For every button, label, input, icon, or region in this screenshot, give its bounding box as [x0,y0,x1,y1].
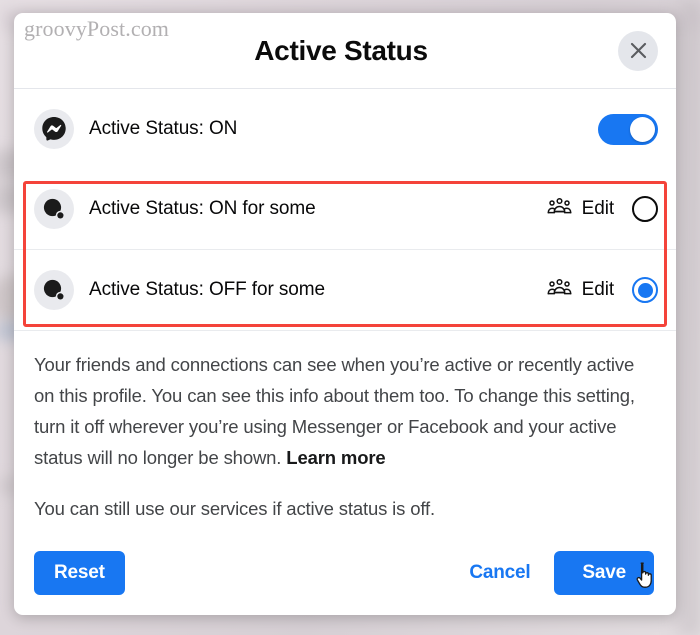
site-watermark: groovyPost.com [24,16,170,41]
page-title: Active Status [254,34,428,66]
dialog-header: groovyPost.com Active Status [14,13,676,89]
people-group-icon [547,197,572,222]
active-status-dialog: groovyPost.com Active Status Active Stat… [14,13,676,615]
toggle-knob [630,116,655,142]
presence-dot-icon [34,270,74,310]
row-controls: Edit [547,196,658,222]
cancel-button[interactable]: Cancel [453,551,546,595]
edit-link[interactable]: Edit [582,198,614,220]
radio-off-for-some[interactable] [632,277,658,303]
row-label: Active Status: OFF for some [89,279,325,300]
learn-more-link[interactable]: Learn more [286,447,385,468]
people-group-icon [547,278,572,303]
row-controls: Edit [547,277,658,303]
radio-on-for-some[interactable] [632,196,658,222]
edit-link[interactable]: Edit [582,279,614,301]
row-active-status-on-for-some[interactable]: Active Status: ON for some Edit [14,169,676,249]
row-active-status-off-for-some[interactable]: Active Status: OFF for some Edit [14,250,676,330]
close-icon [629,41,648,60]
dialog-footer: Reset Cancel Save [14,537,676,615]
messenger-icon [34,109,74,149]
reset-button[interactable]: Reset [34,551,125,595]
row-label: Active Status: ON for some [89,198,316,219]
presence-dot-icon [34,189,74,229]
backdrop-blob [674,0,700,635]
row-active-status-on[interactable]: Active Status: ON [14,89,676,169]
secondary-paragraph: You can still use our services if active… [34,498,435,519]
dialog-body: Your friends and connections can see whe… [14,331,676,537]
description-paragraph: Your friends and connections can see whe… [34,349,654,473]
row-label: Active Status: ON [89,118,238,139]
active-status-toggle[interactable] [598,113,658,145]
save-button[interactable]: Save [554,551,654,595]
close-button[interactable] [618,30,658,71]
row-controls [592,113,658,145]
